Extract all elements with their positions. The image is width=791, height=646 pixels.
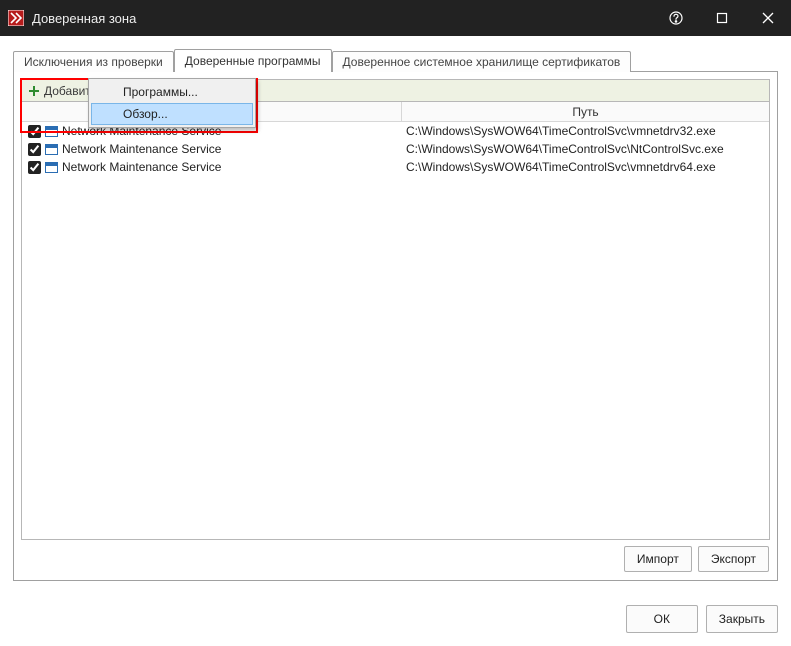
row-checkbox[interactable] xyxy=(28,125,41,138)
help-button[interactable] xyxy=(653,0,699,36)
tab-label: Доверенные программы xyxy=(185,54,321,68)
row-checkbox[interactable] xyxy=(28,161,41,174)
table-row[interactable]: Network Maintenance Service C:\Windows\S… xyxy=(22,140,769,158)
import-button[interactable]: Импорт xyxy=(624,546,692,572)
add-button[interactable]: Добавить xyxy=(28,84,97,98)
list-container: Добавить Изменить Удалить Программа Путь xyxy=(21,79,770,540)
row-checkbox[interactable] xyxy=(28,143,41,156)
close-button[interactable] xyxy=(745,0,791,36)
app-icon xyxy=(45,144,58,155)
app-icon xyxy=(45,126,58,137)
window-title: Доверенная зона xyxy=(32,11,136,26)
btn-label: Экспорт xyxy=(711,552,756,566)
tabstrip: Исключения из проверки Доверенные програ… xyxy=(13,49,778,71)
tab-panel: Добавить Изменить Удалить Программа Путь xyxy=(13,71,778,581)
menu-item-label: Обзор... xyxy=(123,107,168,121)
add-dropdown-menu: Программы... Обзор... xyxy=(88,78,256,128)
app-icon xyxy=(45,162,58,173)
tab-exclusions[interactable]: Исключения из проверки xyxy=(13,51,174,72)
tab-trusted-programs[interactable]: Доверенные программы xyxy=(174,49,332,72)
maximize-button[interactable] xyxy=(699,0,745,36)
menu-item-label: Программы... xyxy=(123,85,198,99)
titlebar: Доверенная зона xyxy=(0,0,791,36)
row-program: Network Maintenance Service xyxy=(62,142,221,156)
row-path: C:\Windows\SysWOW64\TimeControlSvc\vmnet… xyxy=(402,160,769,174)
tab-trusted-cert-store[interactable]: Доверенное системное хранилище сертифика… xyxy=(332,51,632,72)
app-logo xyxy=(8,10,24,26)
table-body: Network Maintenance Service C:\Windows\S… xyxy=(22,122,769,176)
menu-item-programs[interactable]: Программы... xyxy=(91,81,253,103)
panel-actions: Импорт Экспорт xyxy=(624,546,769,572)
row-path: C:\Windows\SysWOW64\TimeControlSvc\NtCon… xyxy=(402,142,769,156)
menu-item-browse[interactable]: Обзор... xyxy=(91,103,253,125)
plus-icon xyxy=(28,85,40,97)
tab-label: Доверенное системное хранилище сертифика… xyxy=(343,55,621,69)
btn-label: Закрыть xyxy=(719,612,765,626)
close-dialog-button[interactable]: Закрыть xyxy=(706,605,778,633)
row-path: C:\Windows\SysWOW64\TimeControlSvc\vmnet… xyxy=(402,124,769,138)
tab-label: Исключения из проверки xyxy=(24,55,163,69)
col-path[interactable]: Путь xyxy=(402,102,769,121)
export-button[interactable]: Экспорт xyxy=(698,546,769,572)
table-row[interactable]: Network Maintenance Service C:\Windows\S… xyxy=(22,158,769,176)
row-program: Network Maintenance Service xyxy=(62,160,221,174)
dialog-actions: ОК Закрыть xyxy=(626,605,778,633)
ok-button[interactable]: ОК xyxy=(626,605,698,633)
btn-label: ОК xyxy=(654,612,670,626)
btn-label: Импорт xyxy=(637,552,679,566)
